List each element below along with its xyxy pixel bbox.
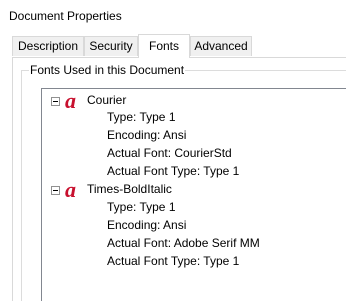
document-properties-dialog: Document Properties Description Security… [0,0,346,301]
tab-security[interactable]: Security [84,36,138,56]
collapse-icon[interactable] [51,186,60,195]
fonts-groupbox-label: Fonts Used in this Document [29,63,186,77]
font-prop-type: Type: Type 1 [107,200,176,214]
font-node-courier[interactable]: Courier [87,92,126,108]
tab-fonts[interactable]: Fonts [138,34,190,58]
font-prop-encoding: Encoding: Ansi [107,128,187,142]
fonts-tree[interactable]: a Courier Type: Type 1 Encoding: Ansi Ac… [41,88,346,301]
dialog-title: Document Properties [9,9,122,23]
tab-description[interactable]: Description [12,36,84,56]
font-prop-actual-font: Actual Font: CourierStd [107,146,232,160]
font-prop-type: Type: Type 1 [107,110,176,124]
font-prop-actual-font: Actual Font: Adobe Serif MM [107,236,260,250]
acrobat-font-icon: a [65,177,76,202]
acrobat-font-icon: a [65,88,76,113]
font-prop-actual-font-type: Actual Font Type: Type 1 [107,254,240,268]
font-node-times-bolditalic[interactable]: Times-BoldItalic [87,181,172,197]
collapse-icon[interactable] [51,97,60,106]
font-prop-actual-font-type: Actual Font Type: Type 1 [107,164,240,178]
font-prop-encoding: Encoding: Ansi [107,218,187,232]
tab-advanced[interactable]: Advanced [190,36,252,56]
